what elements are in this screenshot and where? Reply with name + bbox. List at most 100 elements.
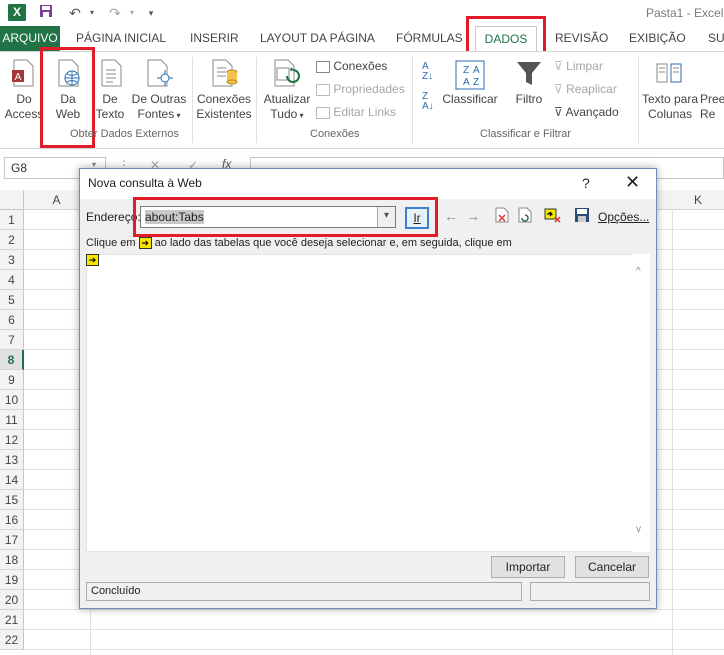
filter-icon (515, 58, 545, 88)
texto-para-colunas-label-1: Texto para (641, 92, 699, 106)
tab-revisao[interactable]: REVISÃO (555, 26, 608, 51)
row-header-20[interactable]: 20 (0, 590, 24, 610)
row-header-2[interactable]: 2 (0, 230, 24, 250)
avancado-label: Avançado (565, 105, 619, 119)
row-header-9[interactable]: 9 (0, 370, 24, 390)
svg-text:A: A (463, 77, 470, 88)
de-texto-label-1: De (102, 92, 118, 106)
row-header-10[interactable]: 10 (0, 390, 24, 410)
edit-links-icon (316, 106, 330, 119)
row-gridline (24, 609, 724, 610)
preenchimento-label-2: Re (700, 107, 716, 121)
import-button[interactable]: Importar (491, 556, 565, 578)
tab-formulas[interactable]: FÓRMULAS (396, 26, 463, 51)
other-sources-icon (145, 58, 175, 88)
column-gridline (672, 210, 673, 655)
help-button[interactable]: ? (582, 175, 590, 191)
de-texto-button[interactable]: De Texto (92, 92, 128, 122)
row-header-3[interactable]: 3 (0, 250, 24, 270)
access-icon: A (10, 58, 40, 88)
avancado-button[interactable]: ⊽ Avançado (554, 103, 619, 121)
hide-icons-icon[interactable] (544, 207, 562, 226)
web-preview-area[interactable] (86, 254, 650, 552)
propriedades-button[interactable]: Propriedades (316, 80, 405, 98)
back-icon[interactable]: ← (444, 208, 458, 224)
row-header-4[interactable]: 4 (0, 270, 24, 290)
group-label-obter-dados-externos: Obter Dados Externos (70, 128, 179, 140)
status-bar: Concluído (86, 582, 522, 601)
app-title: Pasta1 - Excel (646, 6, 724, 20)
instruction-text: Clique em ➔ ao lado das tabelas que você… (86, 237, 512, 250)
conexoes-button[interactable]: Conexões (316, 57, 387, 75)
forward-icon[interactable]: → (466, 208, 480, 224)
scroll-down-icon[interactable]: v (636, 524, 641, 535)
de-texto-label-2: Texto (95, 107, 125, 121)
row-header-12[interactable]: 12 (0, 430, 24, 450)
row-header-16[interactable]: 16 (0, 510, 24, 530)
refresh-icon[interactable] (518, 207, 532, 226)
options-button[interactable]: Opções... (598, 210, 649, 224)
stop-icon[interactable] (495, 207, 509, 226)
limpar-label: Limpar (566, 59, 603, 73)
highlight-box-address (133, 197, 438, 237)
propriedades-label: Propriedades (333, 82, 405, 96)
tab-inserir[interactable]: INSERIR (190, 26, 239, 51)
sort-az-icon[interactable]: A Z↓ (422, 62, 440, 82)
reaplicar-button[interactable]: ⊽ Reaplicar (554, 80, 617, 98)
excel-logo-icon: X (8, 4, 26, 21)
row-header-21[interactable]: 21 (0, 610, 24, 630)
row-header-5[interactable]: 5 (0, 290, 24, 310)
undo-icon[interactable]: ↶ (64, 4, 86, 22)
select-all-corner[interactable] (0, 190, 24, 210)
row-header-11[interactable]: 11 (0, 410, 24, 430)
preenchimento-button[interactable]: Pree Re (700, 92, 724, 122)
tab-layout-da-pagina[interactable]: LAYOUT DA PÁGINA (260, 26, 375, 51)
atualizar-tudo-button[interactable]: Atualizar Tudo ▾ (260, 92, 314, 123)
tab-exibicao[interactable]: EXIBIÇÃO (629, 26, 686, 51)
row-header-14[interactable]: 14 (0, 470, 24, 490)
dropdown-icon: ▾ (297, 111, 304, 120)
texto-para-colunas-button[interactable]: Texto para Colunas (640, 92, 700, 122)
conexoes-label: Conexões (333, 59, 388, 73)
close-icon[interactable]: ✕ (625, 172, 640, 193)
customize-qat-icon[interactable]: ▾ (144, 4, 158, 22)
dropdown-icon: ▾ (174, 111, 181, 120)
filtro-button[interactable]: Filtro (510, 92, 548, 107)
column-header-k[interactable]: K (672, 190, 724, 210)
row-header-13[interactable]: 13 (0, 450, 24, 470)
classificar-button[interactable]: Classificar (440, 92, 500, 107)
scroll-up-icon[interactable]: ^ (636, 266, 641, 277)
row-header-8[interactable]: 8 (0, 350, 24, 370)
sort-za-icon[interactable]: Z A↓ (422, 92, 440, 112)
undo-dropdown-icon[interactable]: ▾ (86, 4, 98, 22)
vertical-scrollbar[interactable] (632, 254, 650, 552)
row-header-18[interactable]: 18 (0, 550, 24, 570)
editar-links-label: Editar Links (333, 105, 397, 119)
row-header-15[interactable]: 15 (0, 490, 24, 510)
conexoes-existentes-label-2: Existentes (196, 107, 252, 121)
row-header-22[interactable]: 22 (0, 630, 24, 650)
page-select-arrow-icon[interactable]: ➔ (86, 254, 99, 266)
row-header-17[interactable]: 17 (0, 530, 24, 550)
cancel-button[interactable]: Cancelar (575, 556, 649, 578)
svg-text:Z: Z (463, 65, 469, 76)
do-access-label-2: Access (4, 107, 44, 121)
row-header-1[interactable]: 1 (0, 210, 24, 230)
instruction-part-2: ao lado das tabelas que você deseja sele… (154, 237, 512, 249)
row-header-7[interactable]: 7 (0, 330, 24, 350)
do-access-button[interactable]: Do Access (4, 92, 44, 122)
limpar-button[interactable]: ⊽ Limpar (554, 57, 603, 75)
save-query-icon[interactable] (574, 207, 590, 226)
save-icon[interactable] (38, 4, 54, 22)
advanced-filter-icon: ⊽ (554, 105, 563, 119)
tab-su[interactable]: SU (708, 26, 724, 51)
de-outras-fontes-button[interactable]: De Outras Fontes ▾ (130, 92, 188, 123)
redo-icon[interactable]: ↷ (104, 4, 126, 22)
conexoes-existentes-button[interactable]: Conexões Existentes (195, 92, 253, 122)
redo-dropdown-icon[interactable]: ▾ (126, 4, 138, 22)
editar-links-button[interactable]: Editar Links (316, 103, 396, 121)
row-header-19[interactable]: 19 (0, 570, 24, 590)
progress-area (530, 582, 650, 601)
go-button[interactable]: Ir (405, 207, 429, 229)
row-header-6[interactable]: 6 (0, 310, 24, 330)
